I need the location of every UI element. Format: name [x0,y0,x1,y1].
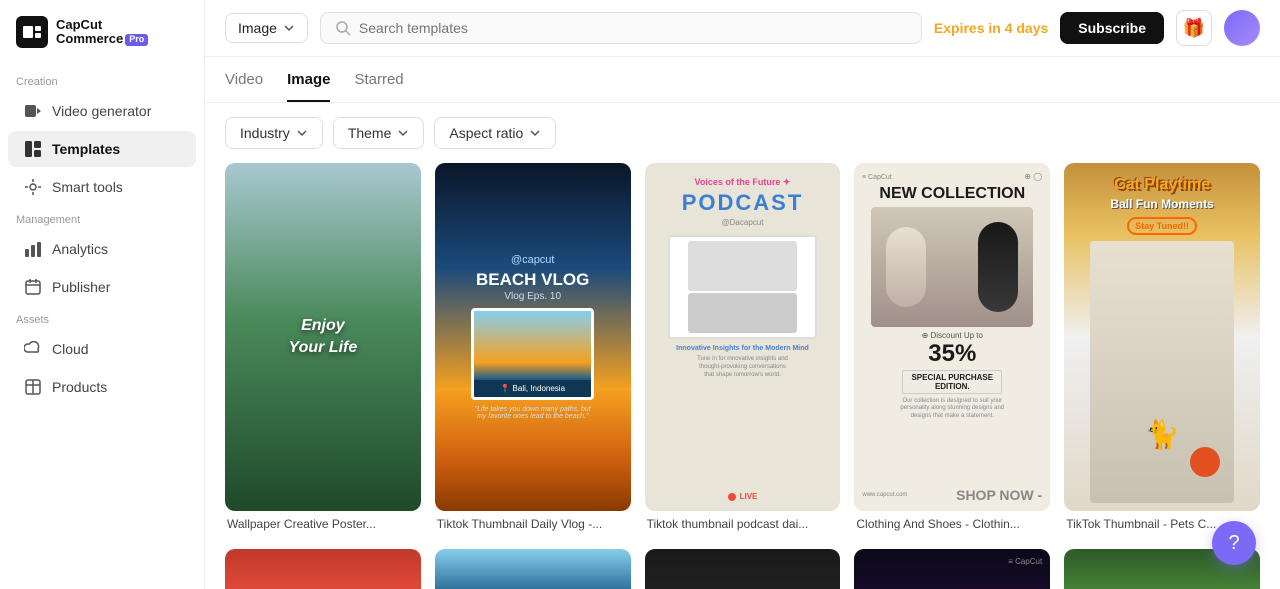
card-label: Tiktok Thumbnail Daily Vlog -... [435,511,631,533]
sidebar-item-video-generator[interactable]: Video generator [8,93,196,129]
template-card[interactable]: Voices of the Future ✦ PODCAST @Dacapcut… [645,163,841,533]
filter-aspect-ratio-label: Aspect ratio [449,125,523,141]
creation-section-label: Creation [0,68,204,92]
assets-section-label: Assets [0,306,204,330]
template-card[interactable]: everything everything [645,549,841,589]
filter-theme[interactable]: Theme [333,117,425,149]
cloud-icon [24,340,42,358]
templates-grid: EnjoyYour Life Wallpaper Creative Poster… [205,163,1280,589]
sidebar-item-analytics[interactable]: Analytics [8,231,196,267]
card-label: Tiktok thumbnail podcast dai... [645,511,841,533]
card-label: Wallpaper Creative Poster... [225,511,421,533]
topbar: Image Expires in 4 days Subscribe 🎁 [205,0,1280,57]
sidebar-item-label-templates: Templates [52,141,120,157]
template-card[interactable]: CAT NAPS Cat Naps [225,549,421,589]
templates-row-1: EnjoyYour Life Wallpaper Creative Poster… [225,163,1260,533]
help-icon: ? [1228,532,1239,555]
logo-area: CapCut CommercePro [0,16,204,68]
template-card[interactable] [435,549,631,589]
search-input[interactable] [359,20,907,36]
sidebar-item-label-publisher: Publisher [52,279,110,295]
products-icon [24,378,42,396]
sidebar-item-label-products: Products [52,379,107,395]
main-content: Image Expires in 4 days Subscribe 🎁 Vide… [205,0,1280,589]
filter-theme-label: Theme [348,125,392,141]
analytics-icon [24,240,42,258]
template-card[interactable]: EnjoyYour Life Wallpaper Creative Poster… [225,163,421,533]
sidebar-item-label-cloud: Cloud [52,341,89,357]
chevron-down-icon [296,127,308,139]
pro-badge: Pro [125,34,148,46]
tabs-bar: Video Image Starred [205,57,1280,103]
management-section-label: Management [0,206,204,230]
search-icon [335,20,351,36]
template-card[interactable]: @capcut BEACH VLOG Vlog Eps. 10 📍 Bali, … [435,163,631,533]
type-selector-label: Image [238,20,277,36]
avatar[interactable] [1224,10,1260,46]
sidebar: CapCut CommercePro Creation Video genera… [0,0,205,589]
sidebar-item-products[interactable]: Products [8,369,196,405]
chevron-down-icon [529,127,541,139]
sidebar-item-label-analytics: Analytics [52,241,108,257]
video-generator-icon [24,102,42,120]
publisher-icon [24,278,42,296]
sidebar-item-templates[interactable]: Templates [8,131,196,167]
sidebar-item-label-video-generator: Video generator [52,103,151,119]
templates-icon [24,140,42,158]
tab-starred[interactable]: Starred [354,71,403,102]
sidebar-item-label-smart-tools: Smart tools [52,179,123,195]
logo-title: CapCut CommercePro [56,18,148,47]
filters-bar: Industry Theme Aspect ratio [205,103,1280,163]
subscribe-button[interactable]: Subscribe [1060,12,1164,44]
filter-aspect-ratio[interactable]: Aspect ratio [434,117,556,149]
tab-image[interactable]: Image [287,71,330,102]
type-selector[interactable]: Image [225,13,308,43]
tab-video[interactable]: Video [225,71,263,102]
help-fab-button[interactable]: ? [1212,521,1256,565]
chevron-down-icon [283,22,295,34]
capcut-logo-icon [16,16,48,48]
expires-text: Expires in 4 days [934,20,1048,36]
gift-button[interactable]: 🎁 [1176,10,1212,46]
filter-industry-label: Industry [240,125,290,141]
card-label: Clothing And Shoes - Clothin... [854,511,1050,533]
gift-icon: 🎁 [1183,18,1205,39]
sidebar-item-smart-tools[interactable]: Smart tools [8,169,196,205]
template-card[interactable]: ≡ CapCut ⊕ ◯ NEW COLLECTION ⊕ Discount U… [854,163,1050,533]
sidebar-item-publisher[interactable]: Publisher [8,269,196,305]
chevron-down-icon [397,127,409,139]
filter-industry[interactable]: Industry [225,117,323,149]
smart-tools-icon [24,178,42,196]
template-card[interactable]: ≡ CapCut [854,549,1050,589]
search-bar[interactable] [320,12,922,44]
sidebar-item-cloud[interactable]: Cloud [8,331,196,367]
templates-row-2: CAT NAPS Cat Naps [225,549,1260,589]
template-card[interactable]: Cat PlaytimeBall Fun Moments Stay Tuned!… [1064,163,1260,533]
